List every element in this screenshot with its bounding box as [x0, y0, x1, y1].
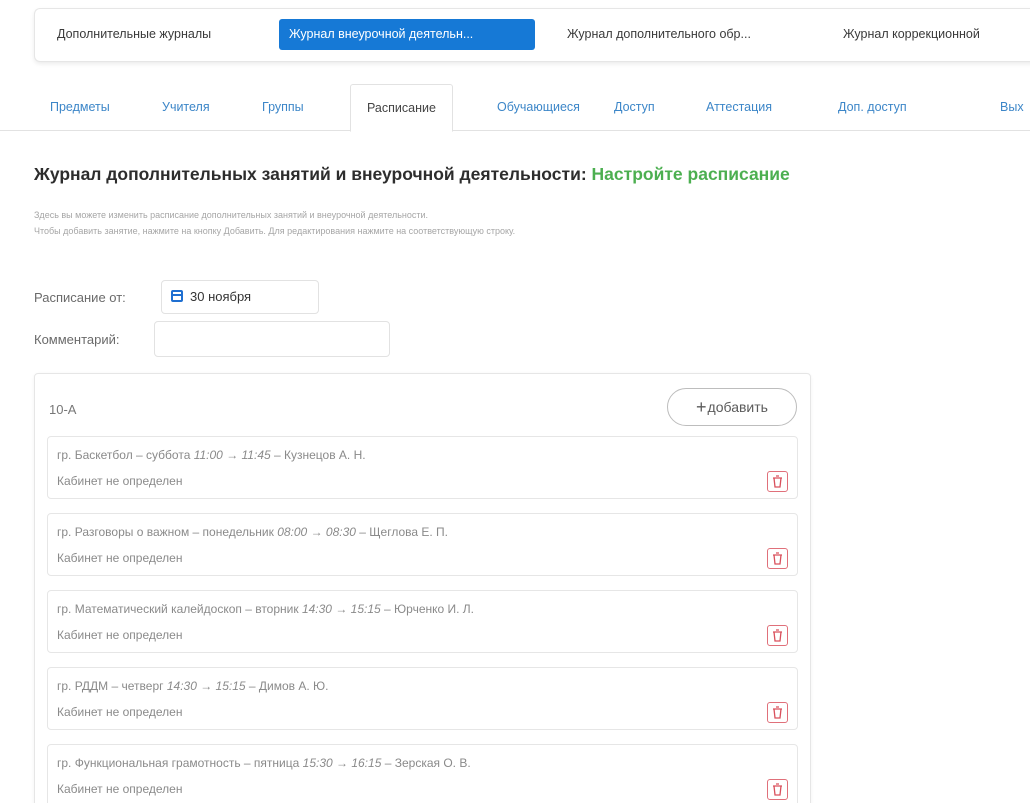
trash-icon — [773, 783, 782, 796]
lesson-info: гр. РДДМ – четверг 14:30 → 15:15 – Димов… — [57, 679, 329, 693]
lesson-room: Кабинет не определен — [57, 782, 183, 796]
journal-tabs-bar: Дополнительные журналы Журнал внеурочной… — [34, 8, 1030, 62]
add-lesson-label: добавить — [707, 399, 768, 415]
tab-schedule[interactable]: Расписание — [350, 84, 453, 132]
lesson-info: гр. Функциональная грамотность – пятница… — [57, 756, 471, 770]
tab-teachers[interactable]: Учителя — [162, 84, 210, 131]
lesson-group-day: гр. Математический калейдоскоп – вторник — [57, 602, 302, 616]
lesson-teacher: – Димов А. Ю. — [245, 679, 329, 693]
delete-lesson-button[interactable] — [767, 625, 788, 646]
calendar-icon — [171, 290, 183, 302]
lesson-row[interactable]: гр. Функциональная грамотность – пятница… — [47, 744, 798, 803]
delete-lesson-button[interactable] — [767, 702, 788, 723]
hint-line-1: Здесь вы можете изменить расписание допо… — [34, 210, 429, 220]
lesson-row[interactable]: гр. Баскетбол – суббота 11:00 → 11:45 – … — [47, 436, 798, 499]
page-title-text: Журнал дополнительных занятий и внеурочн… — [34, 164, 587, 184]
lesson-row[interactable]: гр. Разговоры о важном – понедельник 08:… — [47, 513, 798, 576]
journal-tab-extracurricular[interactable]: Журнал внеурочной деятельн... — [279, 19, 535, 50]
lesson-teacher: – Юрченко И. Л. — [380, 602, 475, 616]
lesson-time: 15:30 → 16:15 — [302, 756, 382, 770]
tab-subjects[interactable]: Предметы — [50, 84, 110, 131]
lesson-group-day: гр. Разговоры о важном – понедельник — [57, 525, 278, 539]
lesson-room: Кабинет не определен — [57, 705, 183, 719]
tab-additional-access[interactable]: Доп. доступ — [838, 84, 907, 131]
schedule-from-label: Расписание от: — [34, 290, 126, 305]
delete-lesson-button[interactable] — [767, 471, 788, 492]
tab-groups[interactable]: Группы — [262, 84, 304, 131]
tab-access[interactable]: Доступ — [614, 84, 655, 131]
tab-attestation[interactable]: Аттестация — [706, 84, 772, 131]
trash-icon — [773, 629, 782, 642]
class-name: 10-А — [49, 402, 77, 417]
lesson-group-day: гр. РДДМ – четверг — [57, 679, 167, 693]
lesson-teacher: – Щеглова Е. П. — [355, 525, 449, 539]
tab-exit[interactable]: Вых — [1000, 84, 1024, 131]
add-lesson-button[interactable]: +добавить — [667, 388, 797, 426]
lesson-time: 14:30 → 15:15 — [166, 679, 246, 693]
tab-students[interactable]: Обучающиеся — [497, 84, 580, 131]
schedule-date-picker[interactable]: 30 ноября — [161, 280, 319, 314]
plus-icon: + — [696, 397, 707, 417]
journal-tab-additional[interactable]: Дополнительные журналы — [47, 19, 221, 50]
lesson-info: гр. Баскетбол – суббота 11:00 → 11:45 – … — [57, 448, 366, 462]
page-title-accent: Настройте расписание — [591, 164, 790, 184]
lesson-row[interactable]: гр. Математический калейдоскоп – вторник… — [47, 590, 798, 653]
lesson-teacher: – Зерская О. В. — [381, 756, 471, 770]
page-title: Журнал дополнительных занятий и внеурочн… — [34, 164, 790, 185]
journal-tab-additional-education[interactable]: Журнал дополнительного обр... — [557, 19, 761, 50]
lesson-group-day: гр. Баскетбол – суббота — [57, 448, 194, 462]
lesson-room: Кабинет не определен — [57, 474, 183, 488]
lesson-info: гр. Математический калейдоскоп – вторник… — [57, 602, 474, 616]
comment-input[interactable] — [154, 321, 390, 357]
lesson-info: гр. Разговоры о важном – понедельник 08:… — [57, 525, 448, 539]
comment-label: Комментарий: — [34, 332, 120, 347]
lesson-teacher: – Кузнецов А. Н. — [270, 448, 366, 462]
lesson-time: 14:30 → 15:15 — [301, 602, 381, 616]
trash-icon — [773, 552, 782, 565]
lesson-time: 11:00 → 11:45 — [193, 448, 271, 462]
lesson-time: 08:00 → 08:30 — [277, 525, 356, 539]
lesson-room: Кабинет не определен — [57, 628, 183, 642]
journal-tab-correctional[interactable]: Журнал коррекционной — [833, 19, 990, 50]
section-tabs: Предметы Учителя Группы Расписание Обуча… — [0, 84, 1030, 132]
delete-lesson-button[interactable] — [767, 548, 788, 569]
trash-icon — [773, 475, 782, 488]
hint-line-2: Чтобы добавить занятие, нажмите на кнопк… — [34, 226, 516, 236]
lesson-room: Кабинет не определен — [57, 551, 183, 565]
lesson-group-day: гр. Функциональная грамотность – пятница — [57, 756, 303, 770]
lesson-row[interactable]: гр. РДДМ – четверг 14:30 → 15:15 – Димов… — [47, 667, 798, 730]
class-group: 10-А +добавить гр. Баскетбол – суббота 1… — [34, 373, 811, 803]
schedule-date-value: 30 ноября — [190, 289, 252, 304]
delete-lesson-button[interactable] — [767, 779, 788, 800]
trash-icon — [773, 706, 782, 719]
